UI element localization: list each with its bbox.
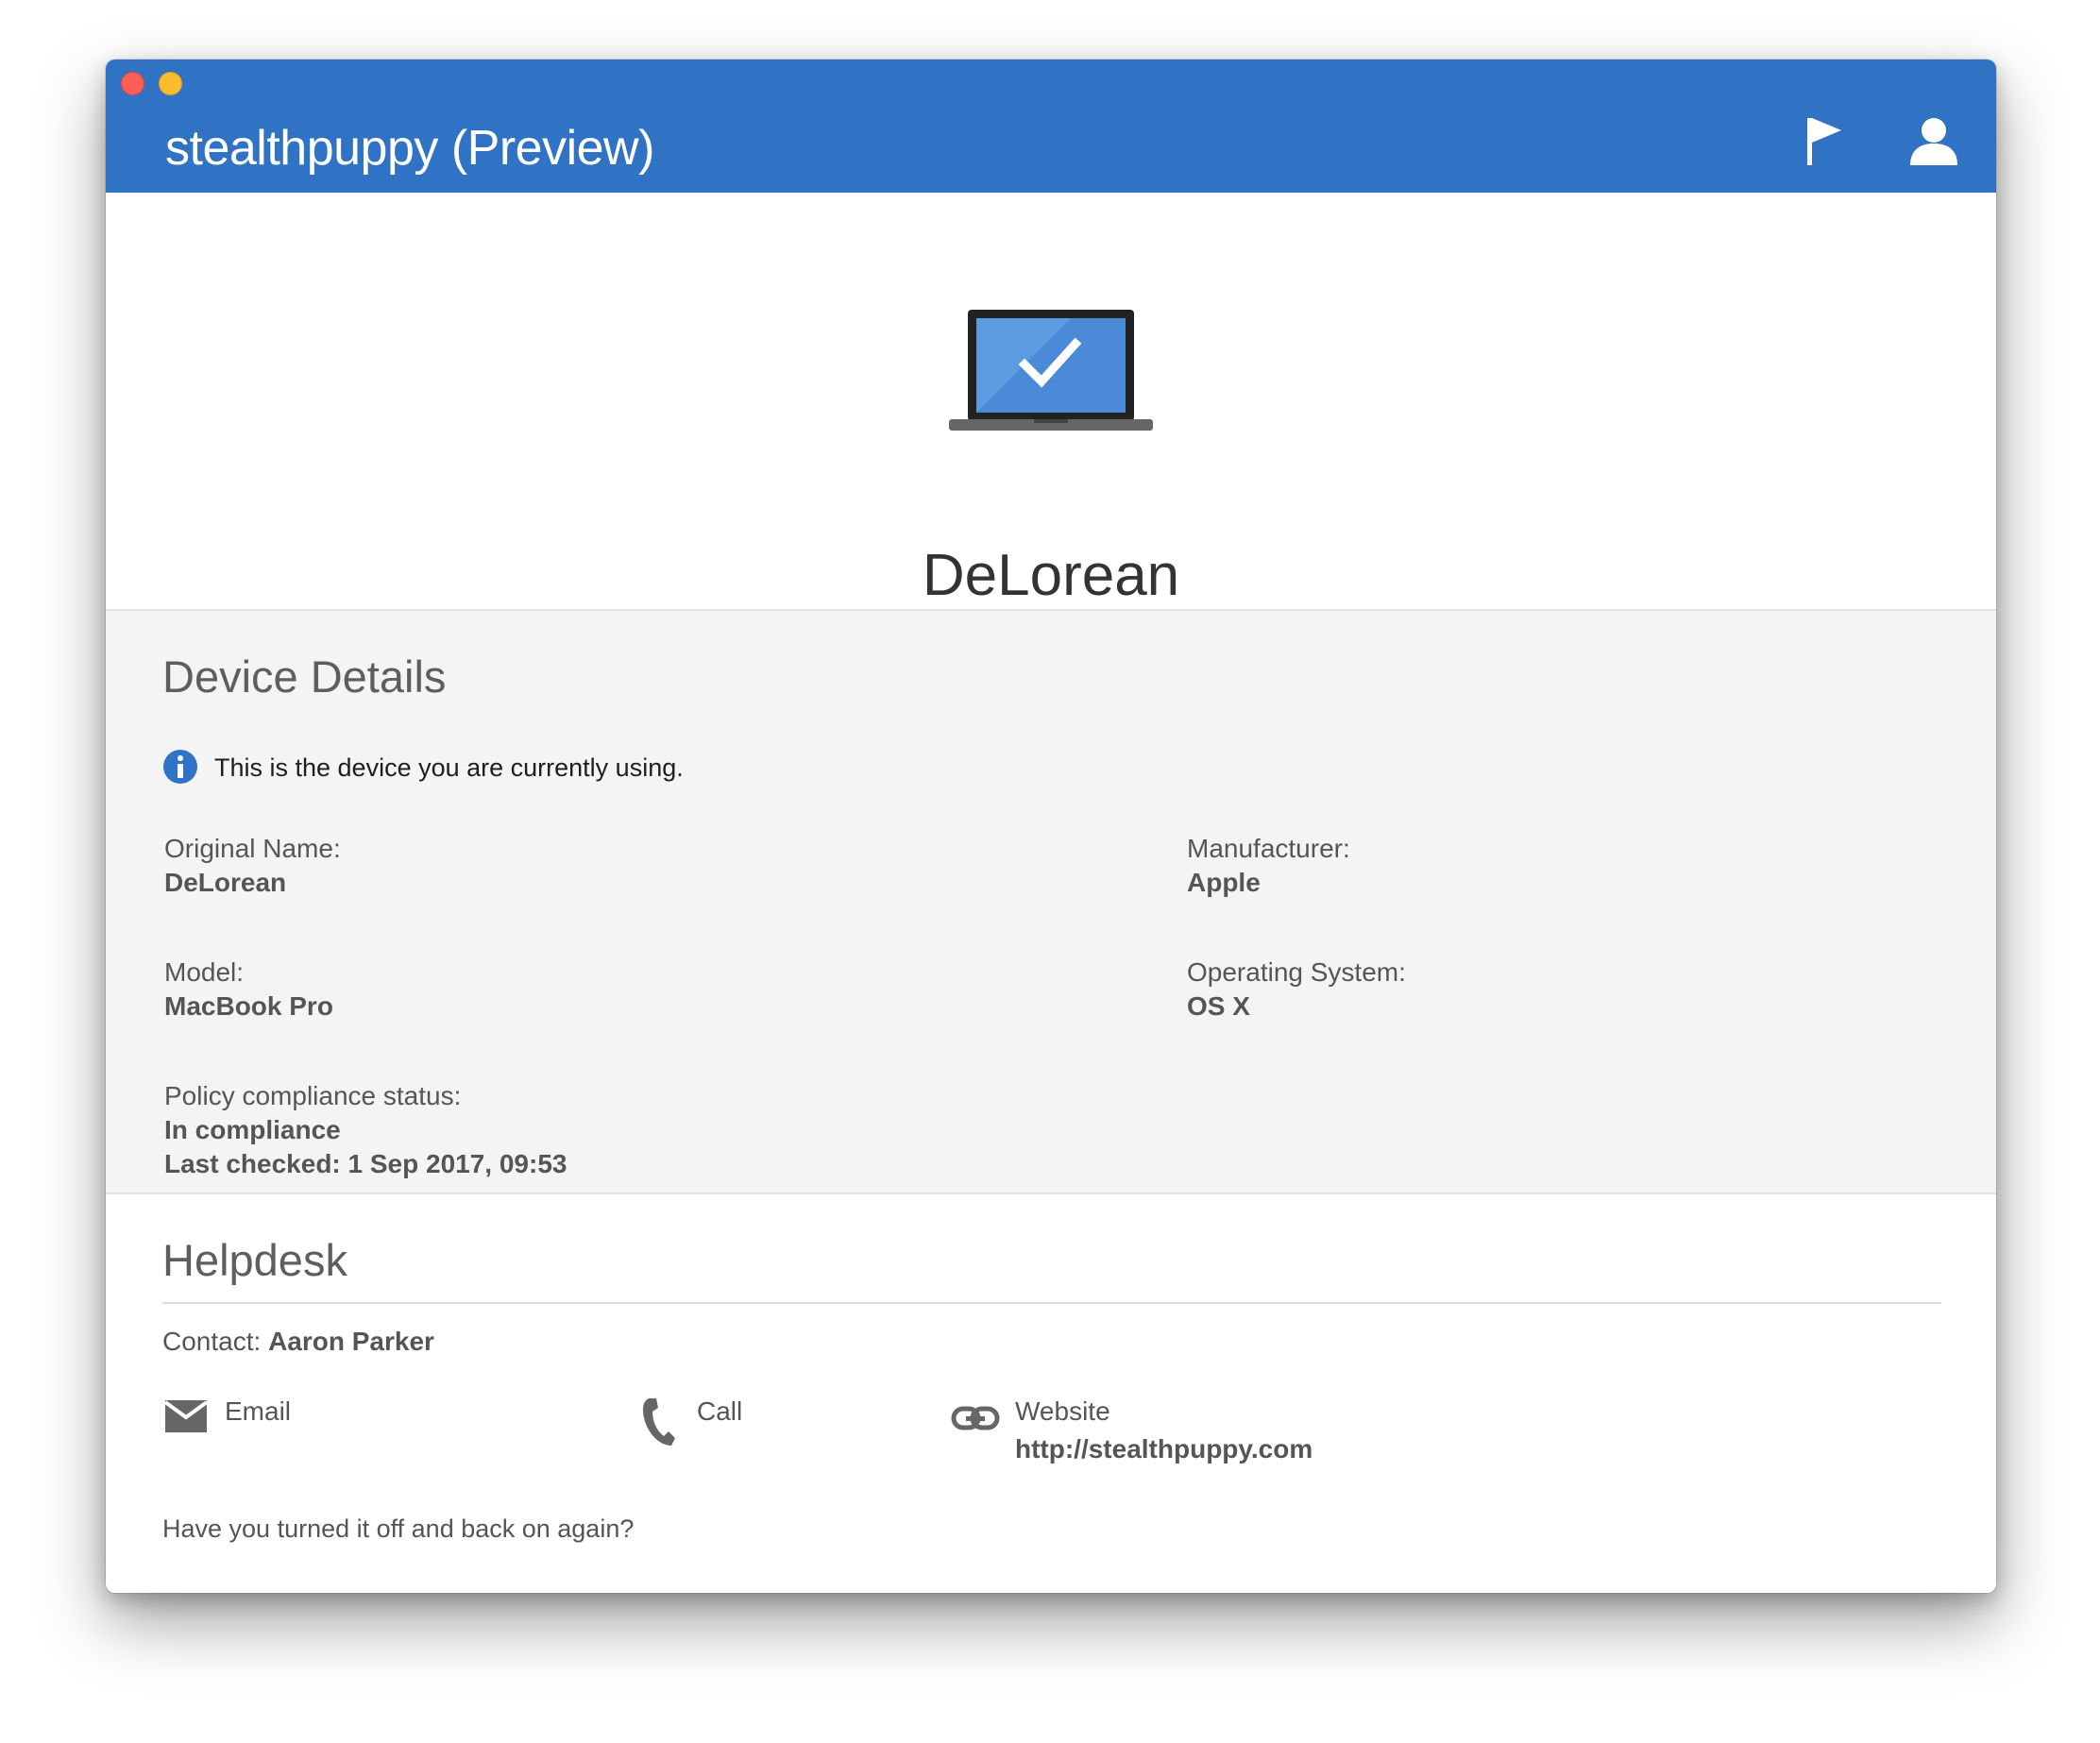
- manufacturer-value: Apple: [1187, 868, 1261, 897]
- app-title: stealthpuppy (Preview): [165, 121, 654, 176]
- compliance-last-checked: Last checked: 1 Sep 2017, 09:53: [164, 1149, 567, 1178]
- helpdesk-section: Helpdesk Contact: Aaron Parker Email Cal…: [106, 1194, 1996, 1593]
- app-window: stealthpuppy (Preview) DeLorean Device D…: [106, 59, 1996, 1593]
- compliance-value: In compliance: [164, 1115, 341, 1144]
- device-hero: DeLorean: [106, 193, 1996, 609]
- manufacturer-label: Manufacturer:: [1187, 834, 1350, 863]
- helpdesk-divider: [162, 1302, 1941, 1304]
- envelope-icon: [164, 1400, 208, 1432]
- user-icon[interactable]: [1907, 114, 1960, 167]
- website-url-link[interactable]: http://stealthpuppy.com: [1015, 1432, 1312, 1466]
- helpdesk-heading: Helpdesk: [162, 1235, 347, 1285]
- device-details-heading: Device Details: [162, 652, 447, 702]
- compliance-label: Policy compliance status:: [164, 1081, 462, 1110]
- link-icon: [951, 1406, 1000, 1430]
- title-bar: stealthpuppy (Preview): [106, 59, 1996, 193]
- contact-name: Aaron Parker: [268, 1327, 434, 1356]
- operating-system-value: OS X: [1187, 991, 1250, 1021]
- current-device-message: This is the device you are currently usi…: [214, 753, 684, 782]
- website-label[interactable]: Website: [1015, 1395, 1110, 1429]
- device-name: DeLorean: [922, 543, 1180, 608]
- laptop-check-icon: [949, 310, 1153, 431]
- contact-label: Contact:: [162, 1327, 262, 1356]
- call-label[interactable]: Call: [697, 1395, 742, 1429]
- operating-system-label: Operating System:: [1187, 957, 1406, 987]
- info-icon: [163, 750, 197, 784]
- close-window-button[interactable]: [121, 72, 144, 95]
- email-label[interactable]: Email: [225, 1395, 291, 1429]
- model-label: Model:: [164, 957, 245, 987]
- helpdesk-contact: Contact: Aaron Parker: [162, 1325, 434, 1359]
- original-name-label: Original Name:: [164, 834, 341, 863]
- device-details-section: Device Details This is the device you ar…: [106, 609, 1996, 1194]
- model-value: MacBook Pro: [164, 991, 333, 1021]
- phone-icon: [643, 1398, 675, 1446]
- helpdesk-footer-message: Have you turned it off and back on again…: [162, 1515, 635, 1543]
- flag-icon[interactable]: [1796, 114, 1849, 167]
- minimize-window-button[interactable]: [159, 72, 182, 95]
- original-name-value: DeLorean: [164, 868, 287, 897]
